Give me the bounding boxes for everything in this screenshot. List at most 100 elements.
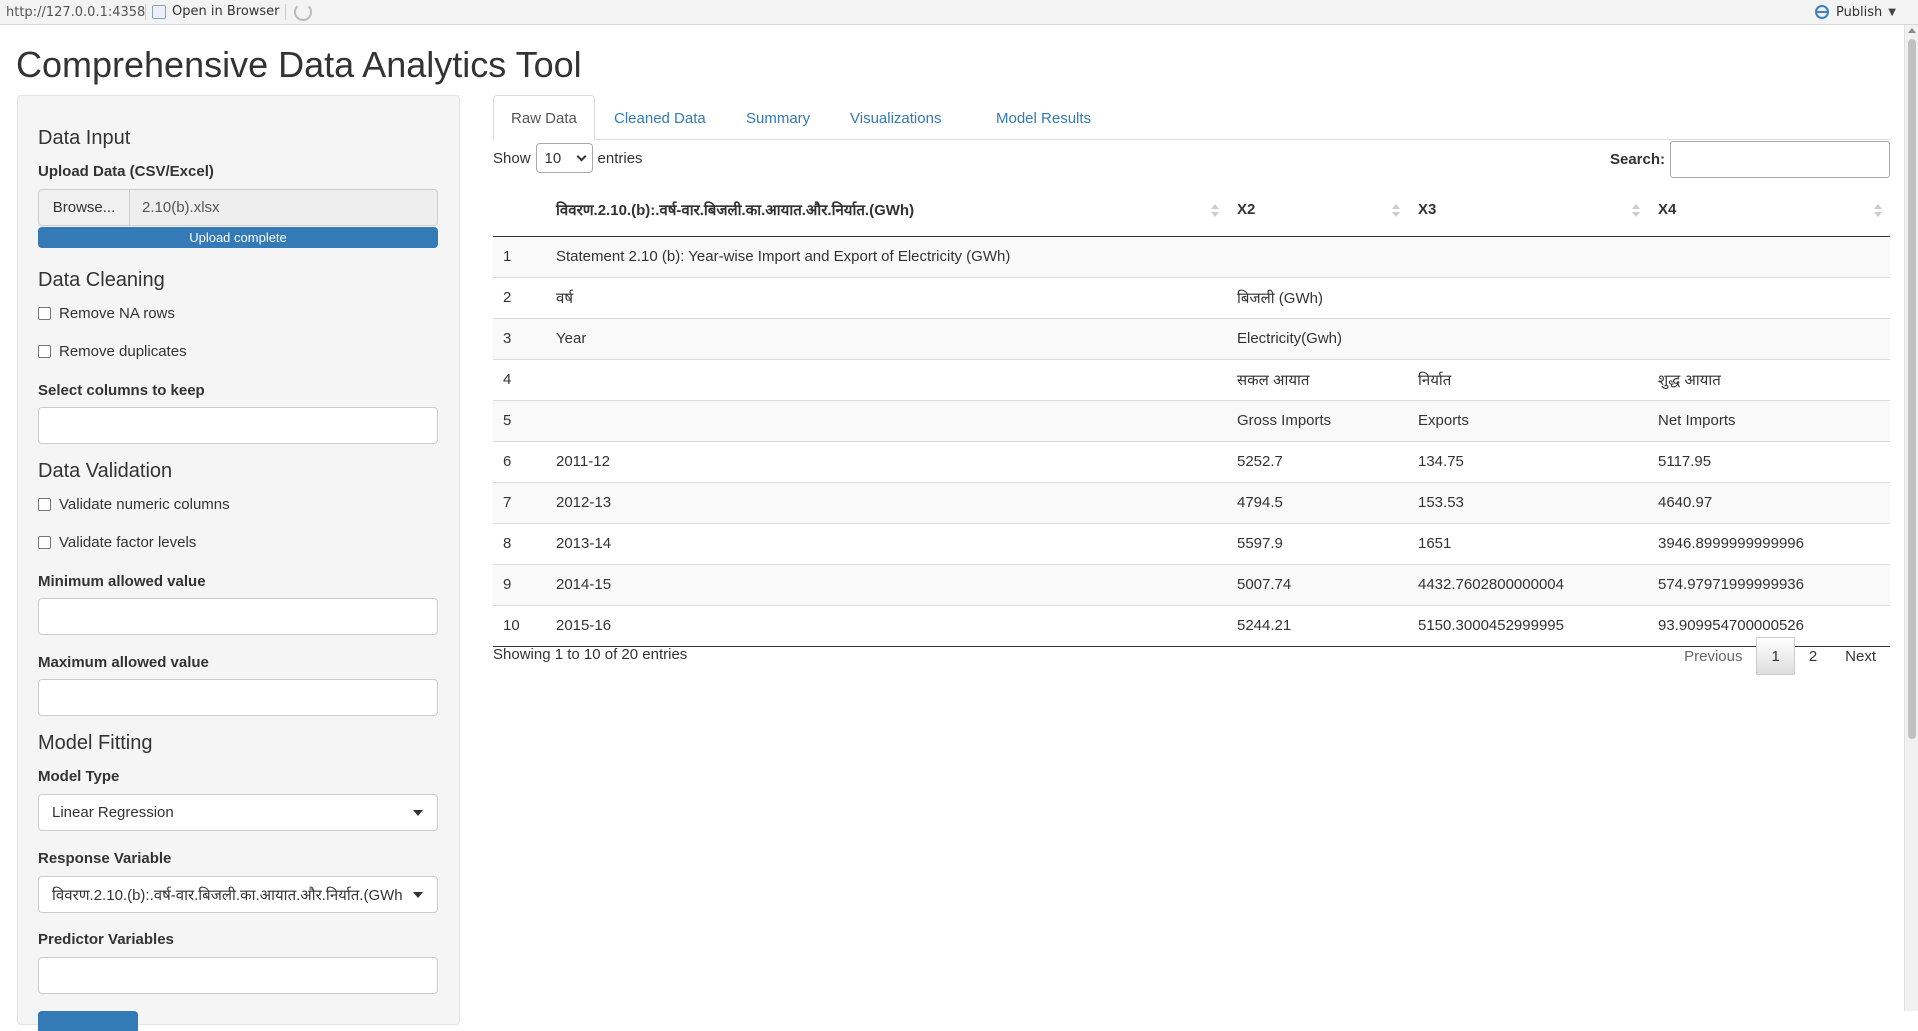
table-cell: 3946.8999999999996 [1648, 522, 1890, 564]
table-cell [1227, 236, 1408, 277]
remove-na-label: Remove NA rows [59, 305, 175, 322]
table-cell: 4 [493, 358, 546, 400]
table-cell: 2011-12 [546, 440, 1227, 482]
table-cell: 6 [493, 440, 546, 482]
table-cell: 2015-16 [546, 604, 1227, 647]
page-scrollbar[interactable] [1904, 25, 1918, 1011]
checkbox-box[interactable] [38, 536, 51, 549]
open-in-browser-label: Open in Browser [172, 4, 280, 19]
checkbox-box[interactable] [38, 498, 51, 511]
table-cell: 134.75 [1408, 440, 1648, 482]
table-cell: Net Imports [1648, 399, 1890, 441]
page-1-button[interactable]: 1 [1756, 637, 1795, 675]
publish-button[interactable]: Publish ▼ [1814, 4, 1896, 20]
publish-label: Publish [1835, 4, 1883, 20]
model-type-label: Model Type [38, 768, 120, 785]
table-cell: Exports [1408, 399, 1648, 441]
entries-select[interactable]: 10 [535, 143, 593, 173]
table-cell: 5117.95 [1648, 440, 1890, 482]
table-cell: Year [546, 317, 1227, 359]
table-cell: 1651 [1408, 522, 1648, 564]
table-cell [1408, 276, 1648, 318]
sort-icon [1211, 204, 1219, 218]
column-header-x4[interactable]: X4 [1648, 184, 1890, 237]
table-cell: सकल आयात [1227, 358, 1408, 400]
toolbar-divider [145, 4, 146, 20]
response-variable-select[interactable]: विवरण.2.10.(b):.वर्ष-वार.बिजली.का.आयात.औ… [38, 876, 438, 913]
table-cell: 4794.5 [1227, 481, 1408, 523]
model-type-value: Linear Regression [52, 804, 174, 821]
tab-raw-data[interactable]: Raw Data [493, 95, 595, 141]
tab-summary[interactable]: Summary [729, 95, 827, 141]
table-cell [1648, 317, 1890, 359]
table-cell: निर्यात [1408, 358, 1648, 400]
toolbar-divider [285, 4, 286, 20]
fit-model-button[interactable] [38, 1011, 138, 1031]
table-cell: 9 [493, 563, 546, 605]
column-header-x2[interactable]: X2 [1227, 184, 1408, 237]
checkbox-box[interactable] [38, 307, 51, 320]
viewer-url: http://127.0.0.1:4358 [6, 5, 146, 20]
table-cell: 2014-15 [546, 563, 1227, 605]
entries-label: entries [597, 149, 643, 167]
remove-duplicates-checkbox[interactable]: Remove duplicates [38, 343, 187, 360]
next-page-button[interactable]: Next [1831, 637, 1890, 675]
sort-icon [1874, 204, 1882, 218]
table-row: 4 सकल आयात निर्यात शुद्ध आयात [493, 358, 1890, 400]
raw-data-table: विवरण.2.10.(b):.वर्ष-वार.बिजली.का.आयात.औ… [493, 184, 1890, 647]
scrollbar-thumb[interactable] [1908, 39, 1916, 739]
model-fitting-heading: Model Fitting [38, 732, 153, 754]
checkbox-box[interactable] [38, 345, 51, 358]
table-cell: 2012-13 [546, 481, 1227, 523]
table-cell [546, 399, 1227, 441]
upload-label: Upload Data (CSV/Excel) [38, 163, 214, 180]
scroll-up-icon[interactable] [1908, 28, 1916, 33]
table-cell: 5244.21 [1227, 604, 1408, 647]
search-input[interactable] [1670, 141, 1890, 178]
column-header-x3[interactable]: X3 [1408, 184, 1648, 237]
predictor-variables-input[interactable] [38, 957, 438, 994]
previous-page-button[interactable]: Previous [1670, 637, 1756, 675]
validate-factor-checkbox[interactable]: Validate factor levels [38, 534, 196, 551]
dropdown-caret-icon [413, 810, 423, 816]
browse-button[interactable]: Browse... [38, 189, 130, 226]
column-header-index[interactable] [493, 184, 546, 237]
remove-na-checkbox[interactable]: Remove NA rows [38, 305, 175, 322]
table-cell: 4640.97 [1648, 481, 1890, 523]
data-cleaning-heading: Data Cleaning [38, 269, 165, 291]
dropdown-caret-icon [413, 892, 423, 898]
table-row: 1 Statement 2.10 (b): Year-wise Import a… [493, 236, 1890, 277]
response-variable-label: Response Variable [38, 850, 172, 867]
table-cell [1408, 317, 1648, 359]
min-value-input[interactable] [38, 598, 438, 635]
file-upload: Browse... 2.10(b).xlsx [38, 189, 438, 226]
tab-visualizations[interactable]: Visualizations [833, 95, 958, 141]
table-cell: 8 [493, 522, 546, 564]
table-cell: 5597.9 [1227, 522, 1408, 564]
search-label: Search: [1609, 151, 1665, 168]
validate-numeric-label: Validate numeric columns [59, 496, 230, 513]
table-row: 9 2014-15 5007.74 4432.7602800000004 574… [493, 563, 1890, 605]
table-row: 2 वर्ष बिजली (GWh) [493, 276, 1890, 318]
external-link-icon [152, 4, 166, 19]
table-cell: बिजली (GWh) [1227, 276, 1408, 318]
select-columns-label: Select columns to keep [38, 382, 205, 399]
sidebar-panel: Data Input Upload Data (CSV/Excel) Brows… [17, 95, 460, 1031]
open-in-browser-button[interactable]: Open in Browser [152, 4, 280, 19]
predictor-variables-label: Predictor Variables [38, 931, 174, 948]
column-header-statement[interactable]: विवरण.2.10.(b):.वर्ष-वार.बिजली.का.आयात.औ… [546, 184, 1227, 237]
validate-numeric-checkbox[interactable]: Validate numeric columns [38, 496, 230, 513]
table-cell: 5 [493, 399, 546, 441]
select-columns-input[interactable] [38, 407, 438, 444]
table-row: 6 2011-12 5252.7 134.75 5117.95 [493, 440, 1890, 482]
model-type-select[interactable]: Linear Regression [38, 794, 438, 831]
upload-progress-bar: Upload complete [38, 227, 438, 248]
viewer-toolbar: http://127.0.0.1:4358 Open in Browser Pu… [0, 0, 1918, 25]
page-2-button[interactable]: 2 [1795, 637, 1831, 675]
max-value-input[interactable] [38, 679, 438, 716]
max-value-label: Maximum allowed value [38, 654, 209, 671]
publish-icon [1814, 5, 1829, 19]
tab-cleaned-data[interactable]: Cleaned Data [597, 95, 723, 141]
refresh-icon[interactable] [294, 3, 312, 21]
tab-model-results[interactable]: Model Results [979, 95, 1108, 141]
